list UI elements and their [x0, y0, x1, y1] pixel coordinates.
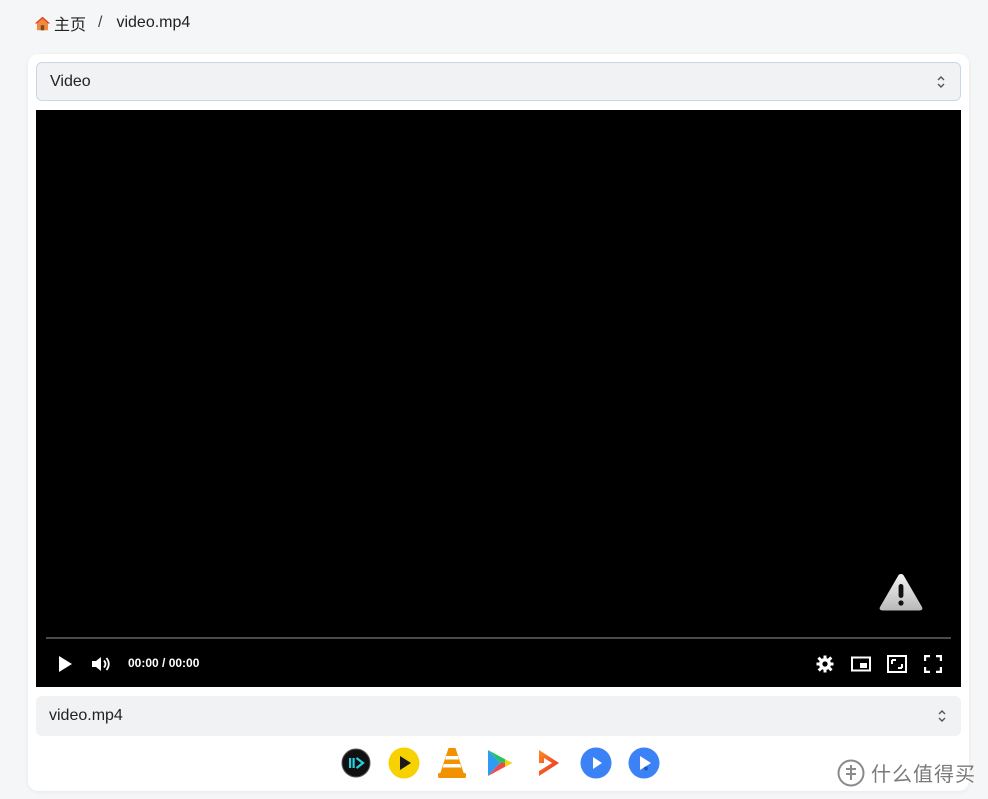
progress-bar[interactable] [46, 637, 951, 639]
iina-button[interactable] [340, 747, 372, 779]
resize-icon [887, 655, 907, 673]
home-icon [34, 16, 51, 30]
play-button[interactable] [54, 654, 76, 674]
omniplayer-button[interactable] [628, 747, 660, 779]
file-select-value: video.mp4 [49, 707, 123, 724]
breadcrumb-home[interactable]: 主页 [34, 11, 86, 35]
mxplayer-icon [488, 750, 512, 776]
iina-icon [341, 748, 371, 778]
file-select[interactable]: video.mp4 [36, 696, 961, 736]
omniplayer-icon [628, 747, 660, 779]
nplayer-button[interactable] [580, 747, 612, 779]
breadcrumb-separator: / [98, 14, 103, 31]
vlc-button[interactable] [436, 747, 468, 779]
infuse-button[interactable] [532, 747, 564, 779]
nplayer-icon [580, 747, 612, 779]
settings-button[interactable] [814, 654, 836, 674]
video-player[interactable]: 00:00 / 00:00 [36, 110, 961, 687]
time-display: 00:00 / 00:00 [128, 656, 200, 670]
source-type-value: Video [50, 72, 91, 90]
pip-button[interactable] [850, 654, 872, 674]
chevron-updown-icon [937, 75, 945, 88]
watermark-text: 什么值得买 [871, 764, 976, 786]
breadcrumb: 主页 / video.mp4 [34, 12, 190, 34]
mxplayer-button[interactable] [484, 747, 516, 779]
vlc-icon [438, 748, 466, 778]
potplayer-icon [388, 747, 420, 779]
volume-button[interactable] [90, 654, 112, 674]
volume-icon [92, 657, 110, 671]
breadcrumb-home-label: 主页 [54, 17, 87, 34]
watermark: 什么值得买 [837, 758, 976, 787]
resize-button[interactable] [886, 654, 908, 674]
player-controls: 00:00 / 00:00 [36, 648, 961, 678]
source-type-select[interactable]: Video [36, 62, 961, 101]
settings-icon [816, 655, 834, 673]
potplayer-button[interactable] [388, 747, 420, 779]
watermark-logo-icon [837, 759, 865, 786]
fullscreen-button[interactable] [922, 654, 944, 674]
pip-icon [851, 656, 871, 672]
fullscreen-icon [924, 655, 942, 673]
chevron-updown-icon [938, 710, 946, 722]
warning-icon [879, 574, 923, 611]
external-players [340, 746, 676, 780]
play-icon [59, 656, 72, 672]
breadcrumb-current: video.mp4 [116, 14, 191, 31]
infuse-icon [539, 750, 559, 776]
player-card: Video 00:00 / 00:00 video.mp4 [28, 54, 969, 791]
